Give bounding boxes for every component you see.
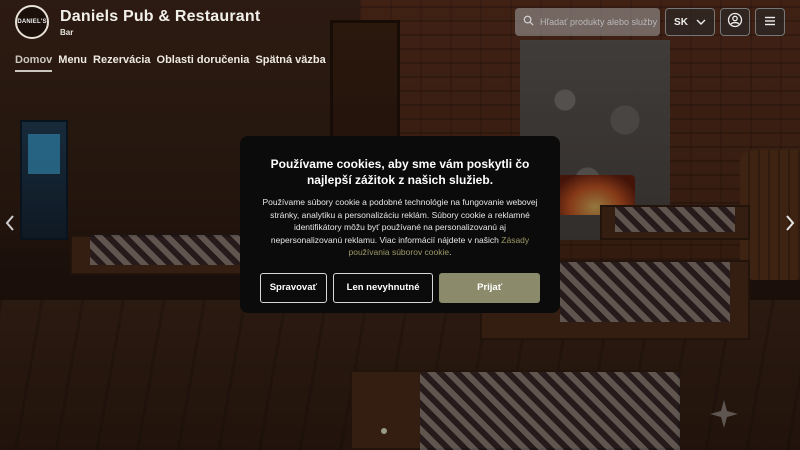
carousel-prev-button[interactable] (2, 214, 18, 236)
nav-item-spatna-vazba[interactable]: Spätná väzba (255, 54, 325, 72)
search-input[interactable] (540, 17, 660, 27)
cookie-body-text: Používame súbory cookie a podobné techno… (262, 197, 538, 245)
search-icon (523, 13, 534, 31)
language-selected: SK (674, 16, 688, 28)
language-selector[interactable]: SK (665, 8, 715, 36)
carousel-next-button[interactable] (782, 214, 798, 236)
search-box[interactable] (515, 8, 660, 36)
chevron-right-icon (785, 214, 795, 236)
nav-item-rezervacia[interactable]: Rezervácia (93, 54, 151, 72)
brand-subtitle: Bar (60, 28, 74, 37)
brand-title[interactable]: Daniels Pub & Restaurant (60, 8, 260, 26)
nav-item-oblasti-dorucenia[interactable]: Oblasti doručenia (157, 54, 250, 72)
brand-logo-text: DANIEL'S (17, 19, 47, 25)
carousel-dot[interactable] (381, 428, 387, 434)
account-button[interactable] (720, 8, 750, 36)
site-header: DANIEL'S Daniels Pub & Restaurant Bar SK… (0, 0, 800, 76)
cookie-accept-button[interactable]: Prijať (439, 272, 540, 303)
brand-logo[interactable]: DANIEL'S (15, 5, 49, 39)
chevron-left-icon (5, 214, 15, 236)
menu-button[interactable] (755, 8, 785, 36)
cookie-manage-button[interactable]: Spravovať (260, 272, 327, 303)
main-nav: Domov Menu Rezervácia Oblasti doručenia … (15, 54, 326, 72)
user-icon (727, 12, 743, 33)
cookie-title: Používame cookies, aby sme vám poskytli … (270, 157, 530, 187)
sparkle-icon (710, 400, 738, 428)
nav-item-domov[interactable]: Domov (15, 54, 53, 72)
chevron-down-icon (696, 17, 706, 28)
cookie-body: Používame súbory cookie a podobné techno… (260, 196, 540, 259)
cookie-body-suffix: . (449, 247, 452, 257)
hamburger-menu-icon (764, 13, 776, 31)
nav-item-menu[interactable]: Menu (58, 54, 87, 72)
cookie-consent-dialog: Používame cookies, aby sme vám poskytli … (240, 136, 560, 313)
cookie-necessary-button[interactable]: Len nevyhnutné (332, 272, 434, 303)
cookie-button-row: Spravovať Len nevyhnutné Prijať (260, 272, 540, 303)
